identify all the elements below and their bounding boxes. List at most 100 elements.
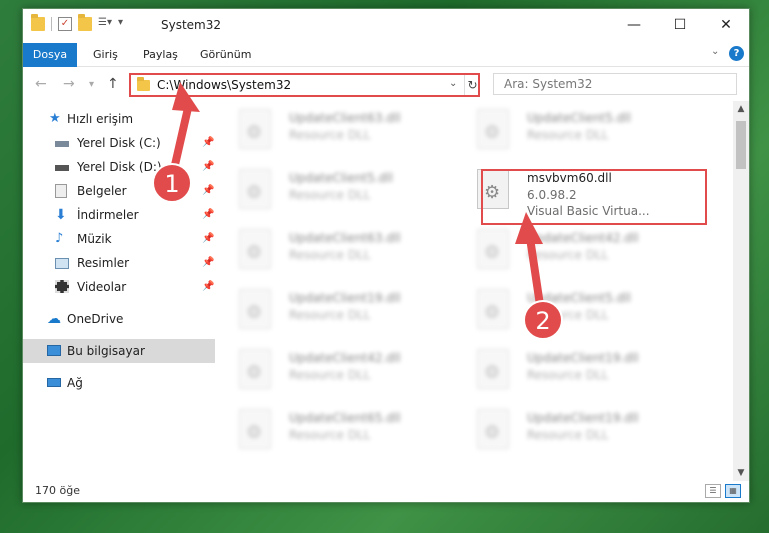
sidebar-item-onedrive[interactable]: ☁ OneDrive	[23, 307, 215, 331]
dll-file-icon: ⚙	[239, 229, 271, 269]
gear-icon: ⚙	[246, 362, 263, 383]
file-item[interactable]: ⚙ UpdateClient65.dll Resource DLL	[219, 403, 449, 461]
sidebar-item-documents[interactable]: Belgeler 📌	[23, 179, 215, 203]
file-name: UpdateClient42.dll	[289, 351, 401, 365]
drive-icon	[55, 165, 69, 171]
dll-file-icon: ⚙	[239, 409, 271, 449]
file-item[interactable]: ⚙ UpdateClient63.dll Resource DLL	[219, 223, 449, 281]
address-path: C:\Windows\System32	[157, 78, 292, 92]
file-name: UpdateClient63.dll	[289, 111, 401, 125]
gear-icon: ⚙	[484, 362, 501, 383]
scroll-down-icon[interactable]: ▼	[733, 465, 749, 481]
vertical-scrollbar[interactable]: ▲ ▼	[733, 101, 749, 481]
maximize-button[interactable]: ☐	[657, 9, 703, 41]
collapse-ribbon-icon[interactable]: ⌄	[711, 46, 719, 57]
sidebar-item-quick-access[interactable]: ★ Hızlı erişim	[23, 107, 215, 131]
quick-access-toolbar: ✓ ☰▾ ▾	[31, 14, 132, 31]
folder-icon	[137, 77, 150, 91]
file-item[interactable]: ⚙ UpdateClient19.dll Resource DLL	[219, 283, 449, 341]
tab-share[interactable]: Paylaş	[143, 45, 178, 65]
gear-icon: ⚙	[246, 182, 263, 203]
pin-icon[interactable]: 📌	[202, 155, 214, 179]
sidebar-item-network[interactable]: Ağ	[23, 371, 215, 395]
scroll-up-icon[interactable]: ▲	[733, 101, 749, 117]
sidebar-item-videos[interactable]: Videolar 📌	[23, 275, 215, 299]
scroll-thumb[interactable]	[736, 121, 746, 169]
file-name: UpdateClient5.dll	[527, 111, 631, 125]
toolbar-divider	[51, 17, 52, 31]
drive-icon	[55, 141, 69, 147]
pin-icon[interactable]: 📌	[202, 131, 214, 155]
item-count: 170 öğe	[35, 484, 80, 497]
file-item[interactable]: ⚙ UpdateClient19.dll Resource DLL	[457, 343, 687, 401]
sidebar-item-this-pc[interactable]: Bu bilgisayar	[23, 339, 215, 363]
properties-icon[interactable]: ✓	[58, 17, 72, 31]
pin-icon[interactable]: 📌	[202, 179, 214, 203]
dll-file-icon: ⚙	[239, 169, 271, 209]
gear-icon: ⚙	[484, 302, 501, 323]
dll-file-icon: ⚙	[477, 289, 509, 329]
gear-icon: ⚙	[484, 242, 501, 263]
pin-icon[interactable]: 📌	[202, 227, 214, 251]
sidebar-item-pictures[interactable]: Resimler 📌	[23, 251, 215, 275]
pin-icon[interactable]: 📌	[202, 203, 214, 227]
tab-view[interactable]: Görünüm	[200, 45, 251, 65]
search-input[interactable]: Ara: System32	[493, 73, 737, 95]
music-icon: ♪	[55, 231, 64, 246]
navigation-pane: ★ Hızlı erişim Yerel Disk (C:) 📌 Yerel D…	[23, 101, 215, 481]
sidebar-item-music[interactable]: ♪ Müzik 📌	[23, 227, 215, 251]
file-item[interactable]: ⚙ UpdateClient63.dll Resource DLL	[219, 103, 449, 161]
toolbar-dropdown-icon[interactable]: ▾	[118, 17, 132, 31]
sidebar-item-downloads[interactable]: ⬇ İndirmeler 📌	[23, 203, 215, 227]
tiles-view-icon[interactable]: ▦	[725, 484, 741, 498]
sidebar-item-label: Ağ	[67, 376, 83, 390]
file-item[interactable]: ⚙ UpdateClient42.dll Resource DLL	[219, 343, 449, 401]
folder-icon[interactable]	[31, 14, 45, 31]
new-folder-icon[interactable]	[78, 14, 92, 31]
video-icon	[55, 280, 69, 293]
file-description: Resource DLL	[289, 188, 371, 202]
file-item[interactable]: ⚙ UpdateClient42.dll Resource DLL	[457, 223, 687, 281]
dll-file-icon: ⚙	[477, 229, 509, 269]
sidebar-item-drive-d[interactable]: Yerel Disk (D:) 📌	[23, 155, 215, 179]
address-bar[interactable]: C:\Windows\System32 ⌄ ↻	[129, 73, 480, 97]
file-item[interactable]: ⚙ UpdateClient19.dll Resource DLL	[457, 403, 687, 461]
recent-locations-icon[interactable]: ▾	[89, 79, 94, 90]
up-icon[interactable]: ↑	[107, 76, 119, 92]
refresh-icon[interactable]: ↻	[464, 75, 480, 95]
gear-icon: ⚙	[246, 122, 263, 143]
navigation-bar: ← → ▾ ↑ C:\Windows\System32 ⌄ ↻ Ara: Sys…	[23, 67, 749, 101]
file-item[interactable]: ⚙ UpdateClient5.dll Resource DLL	[457, 283, 687, 341]
close-button[interactable]: ✕	[703, 9, 749, 41]
back-icon[interactable]: ←	[35, 76, 47, 92]
pictures-icon	[55, 258, 69, 269]
dll-file-icon: ⚙	[477, 349, 509, 389]
pin-icon[interactable]: 📌	[202, 251, 214, 275]
file-description: Resource DLL	[289, 308, 371, 322]
chevron-down-icon[interactable]: ⌄	[449, 78, 457, 89]
sidebar-item-label: Bu bilgisayar	[67, 344, 145, 358]
sidebar-item-label: Yerel Disk (D:)	[77, 160, 162, 174]
file-name: UpdateClient5.dll	[527, 291, 631, 305]
network-icon	[47, 378, 61, 387]
file-name: UpdateClient19.dll	[527, 411, 639, 425]
file-item[interactable]: ⚙ UpdateClient5.dll Resource DLL	[457, 103, 687, 161]
file-name: UpdateClient19.dll	[527, 351, 639, 365]
sidebar-item-drive-c[interactable]: Yerel Disk (C:) 📌	[23, 131, 215, 155]
file-description: Resource DLL	[527, 308, 609, 322]
star-icon: ★	[49, 111, 61, 126]
search-placeholder: Ara: System32	[504, 77, 593, 91]
minimize-button[interactable]: —	[611, 9, 657, 41]
dll-file-icon: ⚙	[477, 409, 509, 449]
forward-icon[interactable]: →	[63, 76, 75, 92]
details-view-icon[interactable]: ☰	[705, 484, 721, 498]
tab-home[interactable]: Giriş	[93, 45, 118, 65]
file-item[interactable]: ⚙ UpdateClient5.dll Resource DLL	[219, 163, 449, 221]
customize-toolbar-icon[interactable]: ☰▾	[98, 17, 112, 31]
file-description: Resource DLL	[527, 248, 609, 262]
help-icon[interactable]: ?	[729, 46, 744, 61]
pin-icon[interactable]: 📌	[202, 275, 214, 299]
tab-file[interactable]: Dosya	[23, 43, 77, 67]
file-name: UpdateClient42.dll	[527, 231, 639, 245]
sidebar-item-label: İndirmeler	[77, 208, 139, 222]
